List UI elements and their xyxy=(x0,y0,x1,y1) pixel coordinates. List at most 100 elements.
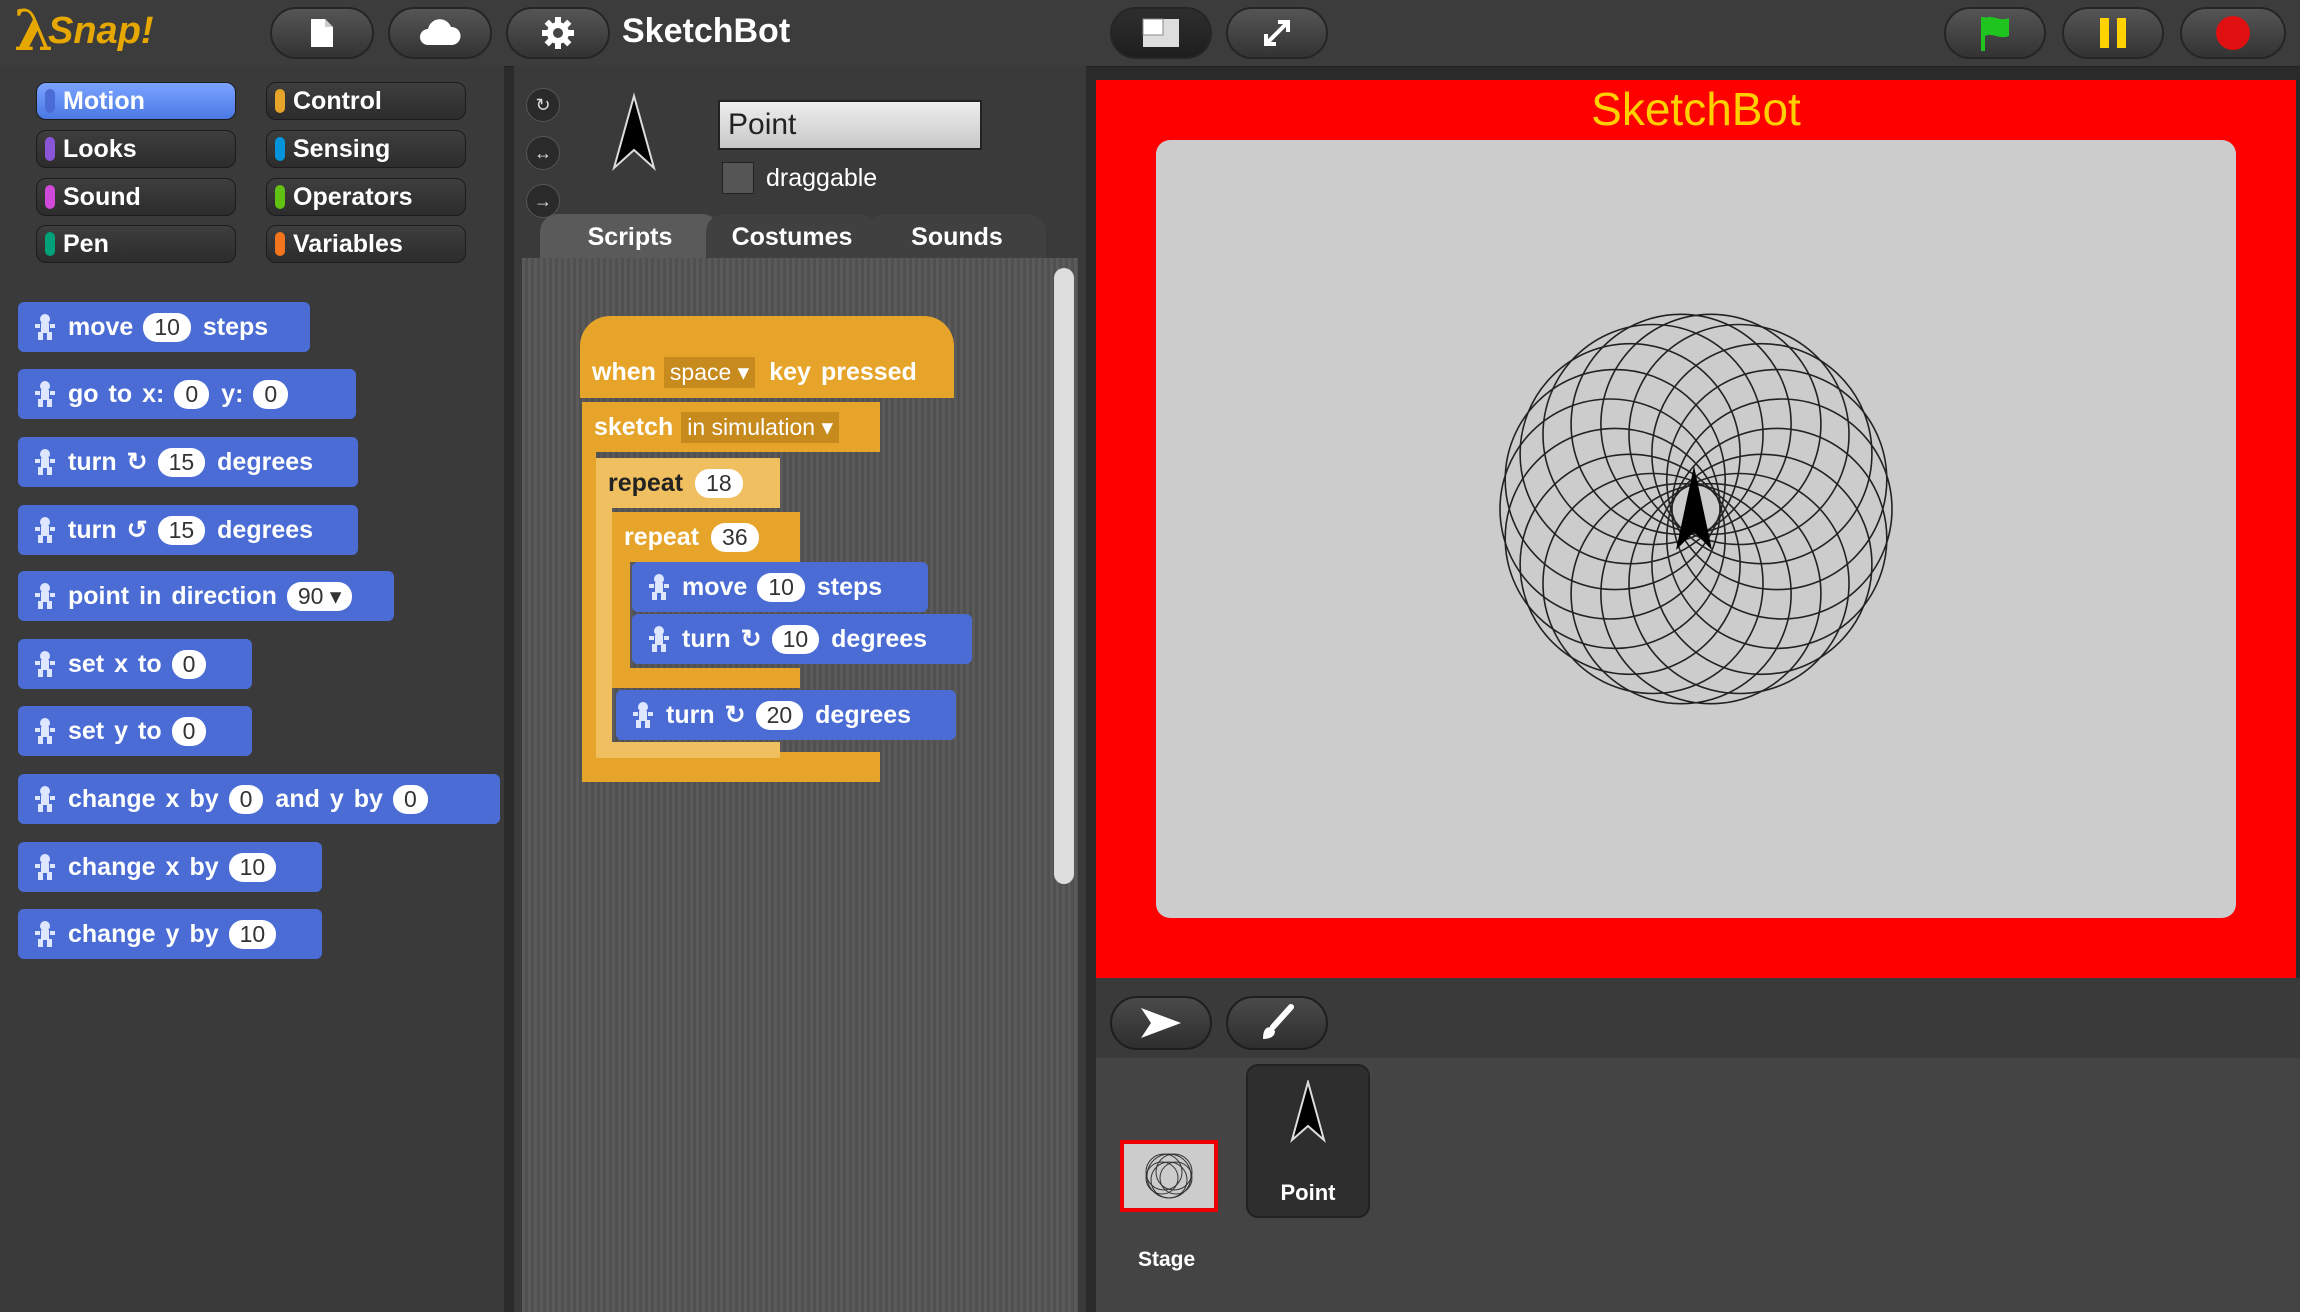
palette-block-move[interactable]: move 10 steps xyxy=(18,302,310,352)
hat-top xyxy=(580,316,954,346)
stage-thumbnail[interactable] xyxy=(1120,1140,1218,1212)
script-block-turn-outer[interactable]: turn ↻ 20 degrees xyxy=(616,690,956,740)
sprite-icon xyxy=(630,701,656,729)
rotation-style-rotate-button[interactable]: ↻ xyxy=(526,88,560,122)
paint-new-sprite-button[interactable] xyxy=(1226,996,1328,1050)
repeat-outer-block[interactable]: repeat 18 xyxy=(596,458,780,508)
palette-block-set-y[interactable]: set y to 0 xyxy=(18,706,252,756)
sprite-thumbnail-point[interactable]: Point xyxy=(1246,1064,1370,1218)
stage-thumbnail-image xyxy=(1145,1153,1193,1199)
file-button[interactable] xyxy=(270,7,374,59)
repeat-inner-block[interactable]: repeat 36 xyxy=(612,512,800,562)
rotation-style-none-button[interactable]: → xyxy=(526,184,560,218)
rotation-style-flip-button[interactable]: ↔ xyxy=(526,136,560,170)
category-sensing[interactable]: Sensing xyxy=(266,130,466,168)
draggable-checkbox[interactable] xyxy=(722,162,754,194)
add-turtle-sprite-button[interactable] xyxy=(1110,996,1212,1050)
category-label: Variables xyxy=(293,229,403,258)
sketch-block-arm xyxy=(582,452,596,752)
sprite-arrow-icon xyxy=(612,92,656,172)
logo-text: Snap! xyxy=(48,10,154,52)
sprite-icon xyxy=(32,380,58,408)
left-right-icon: ↔ xyxy=(534,142,552,163)
palette-block-set-x[interactable]: set x to 0 xyxy=(18,639,252,689)
sprite-icon xyxy=(32,920,58,948)
rotate-clockwise-icon: ↻ xyxy=(724,701,746,729)
pause-button[interactable] xyxy=(2062,7,2164,59)
tab-sounds[interactable]: Sounds xyxy=(868,214,1046,260)
key-dropdown[interactable]: space ▾ xyxy=(663,356,756,388)
rotate-clockwise-icon: ↻ xyxy=(126,448,148,476)
stage-size-button[interactable] xyxy=(1110,7,1212,59)
arrow-right-icon: → xyxy=(534,190,552,211)
sprite-name-input[interactable]: Point xyxy=(718,100,982,150)
rotate-icon: ↻ xyxy=(535,94,551,115)
pause-icon xyxy=(2100,18,2126,48)
cloud-button[interactable] xyxy=(388,7,492,59)
sketch-mode-dropdown[interactable]: in simulation ▾ xyxy=(681,411,839,443)
cloud-icon xyxy=(420,19,461,45)
dropdown-arrow-icon: ▾ xyxy=(821,413,833,440)
script-scrollbar[interactable] xyxy=(1054,268,1074,884)
turtle-arrow-icon xyxy=(1141,1008,1181,1038)
stop-button[interactable] xyxy=(2180,7,2286,59)
category-label: Operators xyxy=(293,182,413,211)
script-block-move[interactable]: move 10 steps xyxy=(632,562,928,612)
rotate-clockwise-icon: ↻ xyxy=(740,625,762,653)
sprite-icon xyxy=(32,785,58,813)
palette-block-point-in-direction[interactable]: point in direction 90 ▾ xyxy=(18,571,394,621)
tab-scripts[interactable]: Scripts xyxy=(540,214,720,260)
stage-label: Stage xyxy=(1138,1248,1196,1271)
category-variables[interactable]: Variables xyxy=(266,225,466,263)
stage-size-icon xyxy=(1142,18,1179,47)
category-looks[interactable]: Looks xyxy=(36,130,236,168)
direction-dropdown[interactable]: 90 ▾ xyxy=(286,581,353,611)
category-label: Sound xyxy=(63,182,141,211)
sprite-icon xyxy=(32,853,58,881)
category-color-stripe xyxy=(45,89,55,113)
palette-block-turn-ccw[interactable]: turn ↺ 15 degrees xyxy=(18,505,358,555)
sprite-icon xyxy=(646,573,672,601)
sprite-icon xyxy=(646,625,672,653)
green-flag-button[interactable] xyxy=(1944,7,2046,59)
paintbrush-icon xyxy=(1263,1004,1294,1039)
palette-block-change-y[interactable]: change y by 10 xyxy=(18,909,322,959)
sprite-icon xyxy=(32,313,58,341)
sprite-icon xyxy=(32,448,58,476)
category-color-stripe xyxy=(45,185,55,209)
category-sound[interactable]: Sound xyxy=(36,178,236,216)
sprite-icon xyxy=(32,717,58,745)
sketch-block[interactable]: sketch in simulation ▾ xyxy=(582,402,880,452)
category-label: Control xyxy=(293,86,382,115)
repeat-inner-arm xyxy=(612,562,630,680)
when-key-pressed-block[interactable]: when space ▾ key pressed xyxy=(580,346,954,398)
repeat-outer-foot xyxy=(596,742,780,758)
sprite-label: Point xyxy=(1280,1180,1336,1205)
category-label: Pen xyxy=(63,229,109,258)
category-pen[interactable]: Pen xyxy=(36,225,236,263)
sprite-arrow-icon xyxy=(1290,1080,1326,1143)
dropdown-arrow-icon: ▾ xyxy=(737,358,750,385)
palette-block-go-to[interactable]: go to x: 0 y: 0 xyxy=(18,369,356,419)
sprite-icon xyxy=(32,650,58,678)
fullscreen-button[interactable] xyxy=(1226,7,1328,59)
fullscreen-icon xyxy=(1264,20,1290,46)
rotate-counterclockwise-icon: ↺ xyxy=(126,516,148,544)
category-motion[interactable]: Motion xyxy=(36,82,236,120)
category-color-stripe xyxy=(275,232,285,256)
settings-button[interactable] xyxy=(506,7,610,59)
script-block-turn-inner[interactable]: turn ↻ 10 degrees xyxy=(632,614,972,664)
top-toolbar: λ Snap! SketchBot xyxy=(0,0,2300,67)
tab-costumes[interactable]: Costumes xyxy=(706,214,878,260)
snap-logo[interactable]: λ Snap! xyxy=(14,0,154,64)
palette-block-turn-cw[interactable]: turn ↻ 15 degrees xyxy=(18,437,358,487)
palette-block-change-x-and-y[interactable]: change x by 0 and y by 0 xyxy=(18,774,500,824)
repeat-inner-foot xyxy=(612,668,800,688)
palette-block-change-x[interactable]: change x by 10 xyxy=(18,842,322,892)
stage-title: SketchBot xyxy=(1591,83,1801,135)
stop-icon xyxy=(2216,16,2250,50)
category-control[interactable]: Control xyxy=(266,82,466,120)
sprite-arrow-on-stage[interactable] xyxy=(1672,462,1716,558)
draggable-label: draggable xyxy=(766,164,878,192)
category-operators[interactable]: Operators xyxy=(266,178,466,216)
